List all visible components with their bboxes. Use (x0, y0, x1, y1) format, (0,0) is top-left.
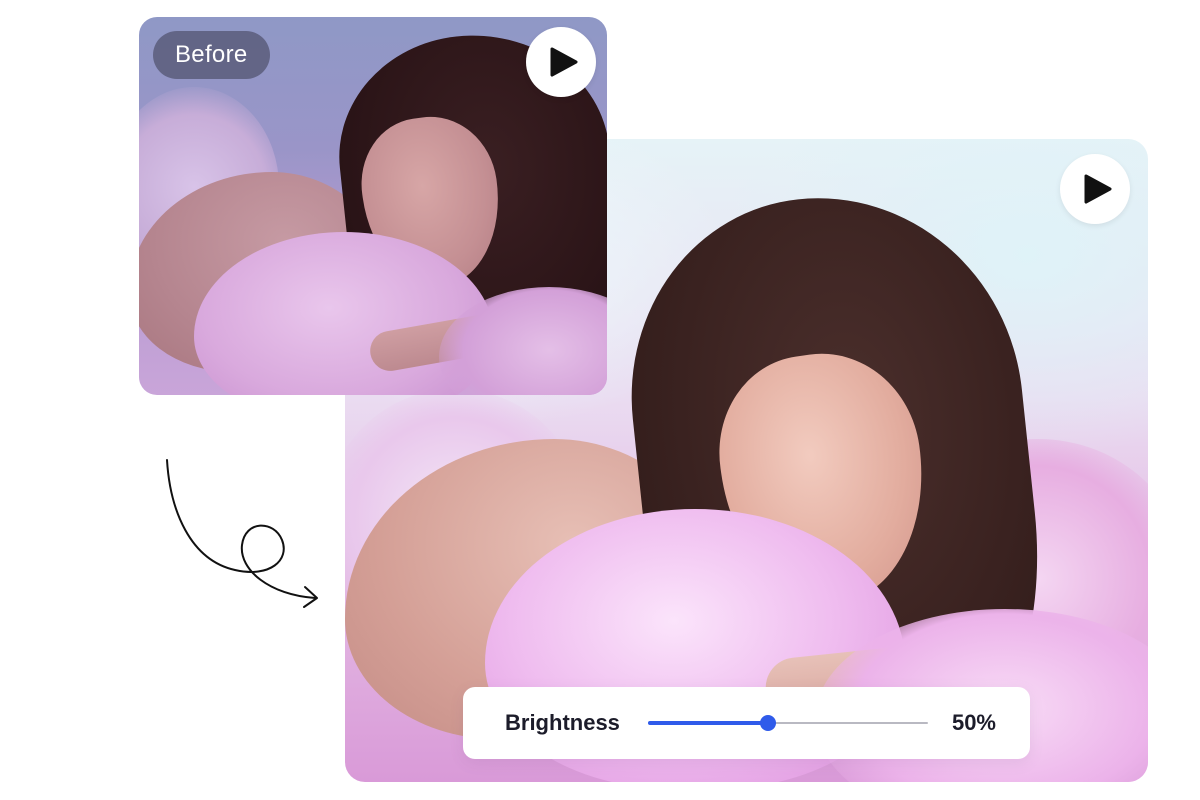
brightness-control: Brightness 50% (463, 687, 1030, 759)
slider-thumb[interactable] (760, 715, 777, 731)
curly-arrow-icon (166, 459, 318, 608)
brightness-label: Brightness (505, 710, 620, 735)
brightness-value: 50% (951, 710, 996, 735)
slider-fill (648, 721, 769, 725)
play-icon (550, 47, 577, 77)
before-image: Before (139, 17, 607, 395)
after-play-button[interactable] (1060, 154, 1130, 224)
before-play-button[interactable] (526, 27, 596, 97)
play-icon (1084, 174, 1111, 204)
before-badge: Before (153, 31, 270, 79)
editor-canvas: Before Brightness 50% (0, 0, 1200, 800)
brightness-slider[interactable] (648, 713, 928, 733)
